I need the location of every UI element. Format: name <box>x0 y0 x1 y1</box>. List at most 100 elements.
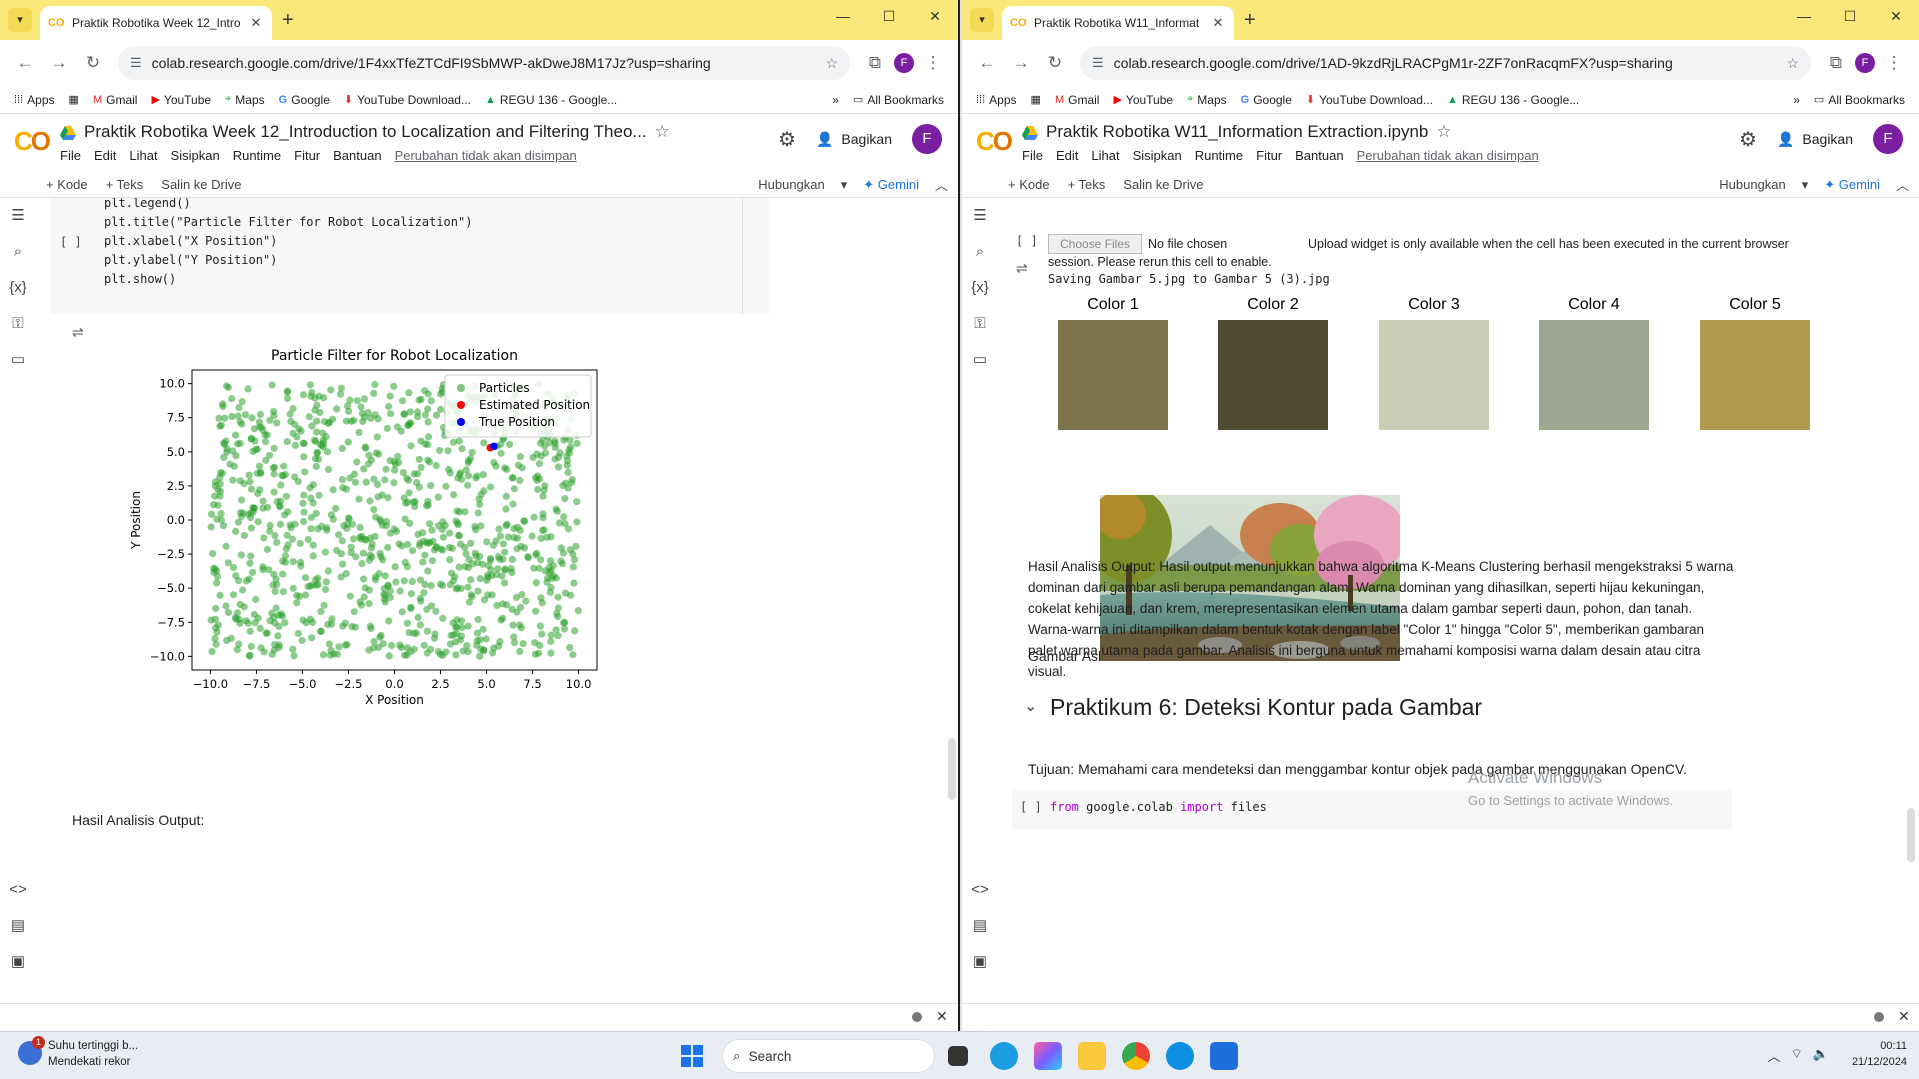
bookmark-maps[interactable]: ⌖ Maps <box>1187 93 1227 107</box>
command-palette-icon[interactable]: ▤ <box>962 908 998 944</box>
menu-tools[interactable]: Fitur <box>294 148 320 163</box>
menu-help[interactable]: Bantuan <box>1295 148 1343 163</box>
menu-kebab-icon[interactable]: ⋮ <box>1879 53 1909 73</box>
menu-help[interactable]: Bantuan <box>333 148 381 163</box>
code-snippets-icon[interactable]: <> <box>0 872 36 908</box>
store-icon[interactable] <box>1210 1042 1238 1070</box>
forward-icon[interactable]: → <box>1006 53 1036 73</box>
taskbar-search[interactable]: ⌕ Search <box>722 1039 935 1073</box>
user-avatar[interactable]: F <box>912 124 942 154</box>
bookmark-grid[interactable]: ▦ <box>1031 93 1041 106</box>
bookmark-grid[interactable]: ▦ <box>69 93 79 106</box>
share-button[interactable]: 👤 Bagikan <box>816 131 892 148</box>
search-icon[interactable]: ⌕ <box>962 234 998 270</box>
task-view-icon[interactable] <box>948 1046 968 1066</box>
close-window-icon[interactable]: ✕ <box>1873 8 1919 25</box>
bookmark-yt-download[interactable]: ⬇ YouTube Download... <box>344 93 471 107</box>
user-avatar[interactable]: F <box>1873 124 1903 154</box>
profile-avatar[interactable]: F <box>1855 53 1875 73</box>
unsaved-changes-link[interactable]: Perubahan tidak akan disimpan <box>1357 148 1539 163</box>
site-info-icon[interactable]: ☰ <box>130 55 142 71</box>
files-folder-icon[interactable]: ▭ <box>0 342 36 378</box>
variables-icon[interactable]: {x} <box>0 270 36 306</box>
tab-search-button[interactable]: ▾ <box>970 8 994 32</box>
more-bookmarks-icon[interactable]: » <box>832 93 839 107</box>
bookmark-apps[interactable]: ⁞⁞⁞ Apps <box>976 93 1017 107</box>
extensions-icon[interactable]: ⧉ <box>1821 53 1851 73</box>
forward-icon[interactable]: → <box>44 53 74 73</box>
menu-insert[interactable]: Sisipkan <box>1133 148 1182 163</box>
files-folder-icon[interactable]: ▭ <box>962 342 998 378</box>
file-explorer-icon[interactable] <box>1078 1042 1106 1070</box>
menu-file[interactable]: File <box>1022 148 1043 163</box>
minimize-icon[interactable]: — <box>820 8 866 25</box>
back-icon[interactable]: ← <box>10 53 40 73</box>
share-button[interactable]: 👤 Bagikan <box>1777 131 1853 148</box>
bookmark-star-icon[interactable]: ☆ <box>1786 55 1799 72</box>
edge-dev-icon[interactable] <box>1166 1042 1194 1070</box>
gemini-button[interactable]: ✦ Gemini <box>1824 177 1880 193</box>
copy-to-drive-button[interactable]: Salin ke Drive <box>161 177 241 192</box>
tab-active[interactable]: CO Praktik Robotika W11_Informat ✕ <box>1002 6 1234 40</box>
reload-icon[interactable]: ↻ <box>78 53 108 73</box>
menu-edit[interactable]: Edit <box>94 148 116 163</box>
edge-browser-icon[interactable] <box>990 1042 1018 1070</box>
more-bookmarks-icon[interactable]: » <box>1793 93 1800 107</box>
connect-button[interactable]: Hubungkan <box>1719 177 1786 192</box>
run-cell-bracket[interactable]: [ ] <box>1016 234 1038 248</box>
extensions-icon[interactable]: ⧉ <box>860 53 890 73</box>
close-tab-icon[interactable]: ✕ <box>1210 15 1226 31</box>
bookmark-maps[interactable]: ⌖ Maps <box>225 93 265 107</box>
secrets-key-icon[interactable]: ⚿ <box>962 306 998 342</box>
bookmark-regu[interactable]: ▲ REGU 136 - Google... <box>485 93 617 107</box>
windows-start-icon[interactable] <box>680 1044 704 1068</box>
maximize-icon[interactable]: ☐ <box>1827 8 1873 25</box>
bookmark-regu[interactable]: ▲ REGU 136 - Google... <box>1447 93 1579 107</box>
collapse-icon[interactable]: ︿ <box>935 175 948 194</box>
add-text-button[interactable]: + Teks <box>1068 177 1106 192</box>
menu-view[interactable]: Lihat <box>129 148 157 163</box>
add-code-button[interactable]: + Kode <box>1008 177 1050 192</box>
command-palette-icon[interactable]: ▤ <box>0 908 36 944</box>
connect-button[interactable]: Hubungkan <box>758 177 825 192</box>
star-icon[interactable]: ☆ <box>655 122 670 142</box>
site-info-icon[interactable]: ☰ <box>1092 55 1104 71</box>
menu-edit[interactable]: Edit <box>1056 148 1078 163</box>
colab-logo[interactable]: CO <box>976 126 1013 157</box>
toc-icon[interactable]: ☰ <box>962 198 998 234</box>
menu-runtime[interactable]: Runtime <box>233 148 281 163</box>
star-icon[interactable]: ☆ <box>1436 122 1451 142</box>
weather-widget[interactable]: 1 Suhu tertinggi b... Mendekati rekor <box>18 1036 138 1070</box>
bookmark-youtube[interactable]: ▶ YouTube <box>151 93 211 107</box>
bookmark-star-icon[interactable]: ☆ <box>825 55 838 72</box>
search-icon[interactable]: ⌕ <box>0 234 36 270</box>
menu-view[interactable]: Lihat <box>1091 148 1119 163</box>
all-bookmarks[interactable]: ▭ All Bookmarks <box>1814 93 1905 107</box>
code-cell[interactable]: [ ] plt.legend() plt.title("Particle Fil… <box>50 198 770 314</box>
run-cell-bracket[interactable]: [ ] <box>60 235 82 249</box>
bookmark-gmail[interactable]: M Gmail <box>93 93 138 107</box>
menu-insert[interactable]: Sisipkan <box>171 148 220 163</box>
profile-avatar[interactable]: F <box>894 53 914 73</box>
scrollbar-thumb[interactable] <box>948 738 956 800</box>
notebook-title[interactable]: Praktik Robotika Week 12_Introduction to… <box>84 122 647 142</box>
add-text-button[interactable]: + Teks <box>106 177 144 192</box>
secrets-key-icon[interactable]: ⚿ <box>0 306 36 342</box>
copilot-icon[interactable] <box>1034 1042 1062 1070</box>
toc-icon[interactable]: ☰ <box>0 198 36 234</box>
colab-logo[interactable]: CO <box>14 126 51 157</box>
maximize-icon[interactable]: ☐ <box>866 8 912 25</box>
settings-gear-icon[interactable]: ⚙ <box>778 127 796 152</box>
new-tab-icon[interactable]: + <box>1244 9 1256 32</box>
wifi-icon[interactable]: ⌔ <box>1791 1046 1803 1065</box>
volume-icon[interactable]: 🔈 <box>1813 1046 1829 1065</box>
new-tab-icon[interactable]: + <box>282 9 294 32</box>
tray-overflow-icon[interactable]: ︿ <box>1768 1046 1781 1065</box>
close-window-icon[interactable]: ✕ <box>912 8 958 25</box>
variables-icon[interactable]: {x} <box>962 270 998 306</box>
bookmark-google[interactable]: G Google <box>279 93 330 107</box>
address-bar[interactable]: ☰ colab.research.google.com/drive/1F4xxT… <box>118 46 850 80</box>
close-status-icon[interactable]: ✕ <box>1898 1008 1910 1025</box>
menu-file[interactable]: File <box>60 148 81 163</box>
section-collapse-chevron-icon[interactable]: ⌄ <box>1024 696 1037 716</box>
